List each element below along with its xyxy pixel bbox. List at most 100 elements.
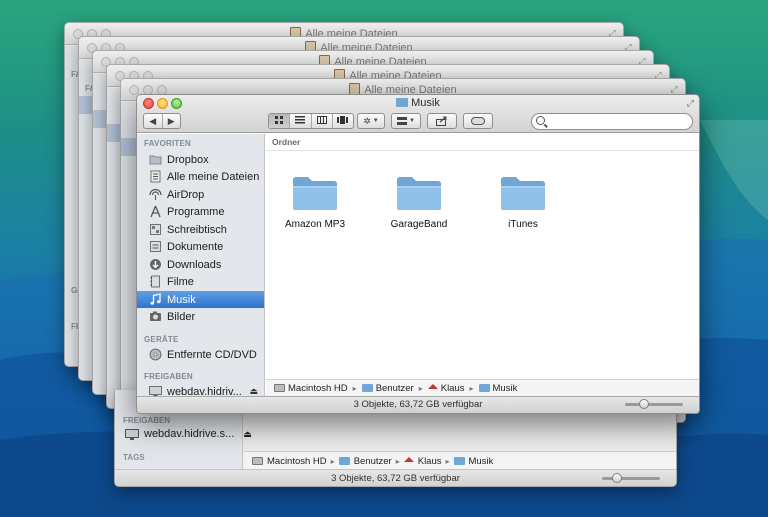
back-forward-control[interactable]: ◀ ▶	[143, 113, 181, 129]
column-view-button[interactable]	[310, 114, 332, 128]
tags-button[interactable]	[463, 113, 493, 129]
folder-icon	[338, 457, 350, 465]
display-icon	[125, 428, 139, 440]
file-browser: Ordner Amazon MP3 GarageBand iTunes Maci…	[266, 134, 699, 396]
tags-header: TAGS	[123, 453, 145, 462]
folder-icon	[397, 177, 441, 210]
shares-header: FREIGABEN	[123, 416, 171, 425]
list-view-icon	[295, 116, 306, 124]
downloads-icon	[150, 259, 161, 270]
folder-name: iTunes	[508, 219, 538, 230]
zoom-knob[interactable]	[612, 473, 622, 483]
folder-icon	[293, 177, 337, 210]
home-icon	[427, 383, 438, 389]
path-item-music[interactable]: Musik	[478, 383, 517, 394]
window-title: Musik	[411, 97, 440, 109]
sidebar-item-pictures[interactable]: Bilder	[137, 308, 264, 325]
sidebar-item-documents[interactable]: Dokumente	[137, 238, 264, 255]
back-button[interactable]: ◀	[144, 114, 162, 128]
folder-icon	[149, 155, 162, 165]
path-item[interactable]: Musik	[469, 456, 494, 467]
sidebar-item-remote-disc[interactable]: Entfernte CD/DVD	[137, 346, 264, 363]
path-item[interactable]: Macintosh HD	[267, 456, 327, 467]
display-icon	[149, 386, 162, 396]
sidebar-item-movies[interactable]: Filme	[137, 273, 264, 290]
path-item-home[interactable]: Klaus	[427, 383, 465, 394]
search-input[interactable]	[531, 113, 693, 130]
devices-header: GERÄTE	[144, 335, 179, 344]
sidebar-item-applications[interactable]: Programme	[137, 203, 264, 220]
folder-icon	[501, 177, 545, 210]
pictures-icon	[150, 311, 161, 321]
shares-header: FREIGABEN	[144, 372, 193, 381]
sidebar-item-all-files[interactable]: Alle meine Dateien	[137, 168, 264, 185]
chevron-right-icon: ▸	[395, 456, 400, 466]
sidebar-item-music[interactable]: Musik	[137, 291, 264, 308]
sidebar-item-webdav[interactable]: webdav.hidrive.s... ⏏	[125, 428, 252, 440]
folder-item[interactable]: GarageBand	[374, 174, 464, 230]
chevron-left-icon: ◀	[149, 116, 157, 126]
sidebar: FAVORITEN Dropbox Alle meine Dateien Air…	[137, 134, 265, 396]
airdrop-icon	[149, 188, 162, 200]
all-files-icon	[150, 170, 161, 183]
forward-button[interactable]: ▶	[161, 114, 181, 128]
gear-icon: ✲	[363, 115, 371, 126]
sidebar-item-dropbox[interactable]: Dropbox	[137, 151, 264, 168]
path-item-users[interactable]: Benutzer	[361, 383, 414, 394]
action-menu-button[interactable]: ✲ ▼	[357, 113, 385, 129]
coverflow-view-button[interactable]	[331, 114, 353, 128]
slider-knob[interactable]	[639, 399, 649, 409]
chevron-right-icon: ▸	[418, 383, 423, 393]
chevron-right-icon: ▸	[352, 383, 357, 393]
icon-view-button[interactable]	[269, 114, 290, 128]
favorites-header: FAVORITEN	[144, 139, 191, 148]
status-text: 3 Objekte, 63,72 GB verfügbar	[353, 399, 483, 410]
sidebar-item-webdav[interactable]: webdav.hidriv... ⏏	[137, 383, 264, 396]
folder-name: GarageBand	[390, 219, 448, 230]
fullscreen-icon[interactable]: ⤢	[687, 98, 694, 109]
home-icon	[403, 456, 414, 462]
list-view-button[interactable]	[289, 114, 310, 128]
fullscreen-icon[interactable]: ⤢	[669, 84, 679, 94]
path-item[interactable]: Klaus	[418, 456, 442, 467]
zoom-slider[interactable]	[602, 473, 660, 483]
eject-icon[interactable]: ⏏	[243, 429, 252, 440]
arrange-menu-button[interactable]: ▼	[391, 113, 421, 129]
documents-icon	[150, 241, 161, 252]
icon-view-icon	[274, 116, 283, 124]
chevron-right-icon: ▶	[167, 116, 175, 126]
finder-window[interactable]: Musik ⤢ ◀ ▶ ✲ ▼ ▼ FAVORITEN Dropbox Alle…	[136, 94, 700, 414]
share-icon	[436, 116, 447, 126]
group-header: Ordner	[266, 134, 699, 151]
back-path-bar: Macintosh HD ▸ Benutzer ▸ Klaus ▸ Musik	[244, 451, 676, 470]
folder-icon	[361, 384, 373, 392]
hard-drive-icon	[252, 457, 263, 465]
folder-icon	[453, 457, 465, 465]
view-mode-control[interactable]	[268, 113, 354, 129]
path-item-hd[interactable]: Macintosh HD	[274, 383, 348, 394]
search-icon	[536, 116, 545, 125]
folder-name: Amazon MP3	[284, 219, 346, 230]
movies-icon	[150, 275, 160, 288]
applications-icon	[150, 205, 161, 218]
folder-icon	[478, 384, 490, 392]
sidebar-item-downloads[interactable]: Downloads	[137, 256, 264, 273]
chevron-down-icon: ▼	[409, 118, 415, 124]
chevron-down-icon: ▼	[372, 118, 379, 124]
sidebar-item-airdrop[interactable]: AirDrop	[137, 186, 264, 203]
title-bar[interactable]: Musik ⤢ ◀ ▶ ✲ ▼ ▼	[137, 95, 699, 133]
column-view-icon	[316, 116, 327, 124]
folder-item[interactable]: Amazon MP3	[270, 174, 360, 230]
icon-size-slider[interactable]	[625, 399, 683, 409]
music-icon	[150, 293, 161, 305]
status-text: 3 Objekte, 63,72 GB verfügbar	[331, 473, 460, 484]
chevron-right-icon: ▸	[469, 383, 474, 393]
sidebar-item-desktop[interactable]: Schreibtisch	[137, 221, 264, 238]
folder-item[interactable]: iTunes	[478, 174, 568, 230]
disc-icon	[149, 348, 162, 361]
folder-icon	[396, 98, 409, 107]
share-button[interactable]	[427, 113, 457, 129]
status-bar: 3 Objekte, 63,72 GB verfügbar	[137, 396, 699, 413]
eject-icon[interactable]: ⏏	[249, 386, 258, 396]
path-item[interactable]: Benutzer	[354, 456, 392, 467]
